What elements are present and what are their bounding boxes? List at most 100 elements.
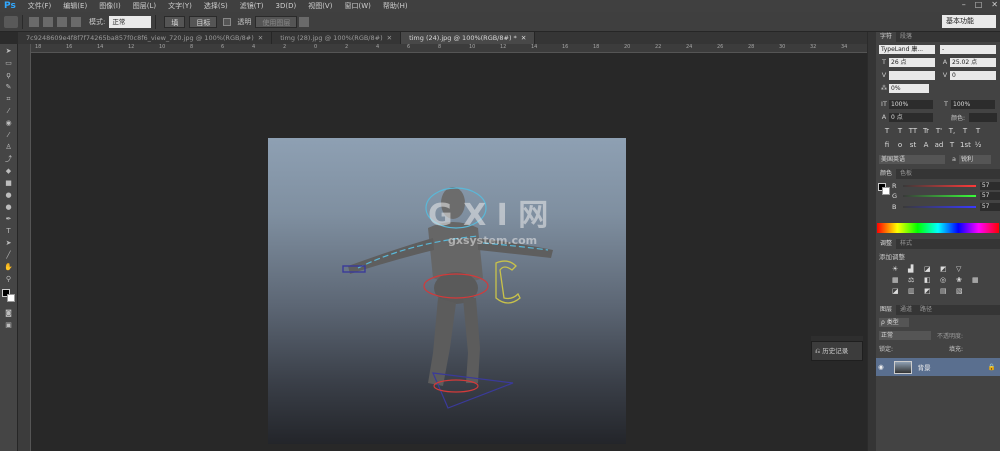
- brightness-icon[interactable]: ☀: [892, 265, 904, 273]
- mixer-icon[interactable]: ❀: [956, 276, 968, 284]
- menu-layer[interactable]: 图层(L): [127, 1, 162, 11]
- tool-preset-icon[interactable]: [4, 15, 18, 28]
- background-color[interactable]: [6, 294, 15, 302]
- ligatures-button[interactable]: fi: [882, 141, 892, 149]
- close-button[interactable]: ✕: [991, 0, 998, 9]
- lookup-icon[interactable]: ▦: [972, 276, 984, 284]
- faux-italic-button[interactable]: T: [895, 127, 905, 135]
- quick-mask-icon[interactable]: ◙: [1, 308, 17, 318]
- hue-icon[interactable]: ▦: [892, 276, 904, 284]
- type-tool-icon[interactable]: T: [1, 226, 17, 236]
- hand-tool-icon[interactable]: ✋: [1, 262, 17, 272]
- discretionary-button[interactable]: st: [908, 141, 918, 149]
- red-slider[interactable]: [903, 184, 976, 187]
- tab-layers[interactable]: 图层: [876, 305, 897, 315]
- move-tool-icon[interactable]: ➤: [1, 46, 17, 56]
- tab-channels[interactable]: 通道: [896, 305, 916, 315]
- menu-window[interactable]: 窗口(W): [338, 1, 376, 11]
- tab-adjustments[interactable]: 调整: [876, 239, 897, 249]
- workspace-select[interactable]: 基本功能: [942, 15, 996, 28]
- screen-mode-icon[interactable]: ▣: [1, 320, 17, 330]
- subtract-selection-icon[interactable]: [57, 16, 67, 27]
- font-family-select[interactable]: TypeLand 康...: [879, 44, 935, 54]
- subscript-button[interactable]: T,: [947, 127, 957, 135]
- font-size-input[interactable]: 26 点: [889, 57, 935, 67]
- close-icon[interactable]: ✕: [387, 34, 392, 42]
- history-brush-icon[interactable]: ⤴: [1, 154, 17, 164]
- menu-image[interactable]: 图像(I): [93, 1, 127, 11]
- swash-button[interactable]: A: [921, 141, 931, 149]
- exposure-icon[interactable]: ◩: [940, 265, 952, 273]
- tab-character[interactable]: 字符: [876, 32, 897, 42]
- zoom-tool-icon[interactable]: ⚲: [1, 274, 17, 284]
- vscale-input[interactable]: 100%: [889, 99, 933, 109]
- target-button[interactable]: 目标: [189, 15, 218, 28]
- green-value[interactable]: 57: [979, 191, 1000, 200]
- tab-color[interactable]: 颜色: [876, 169, 897, 179]
- balance-icon[interactable]: ⚖: [908, 276, 920, 284]
- bw-icon[interactable]: ◧: [924, 276, 936, 284]
- invert-icon[interactable]: ◪: [892, 287, 904, 295]
- contextual-button[interactable]: ο: [895, 141, 905, 149]
- anti-alias-select[interactable]: 锐利: [959, 154, 991, 164]
- stamp-tool-icon[interactable]: ♙: [1, 142, 17, 152]
- tab-document-2[interactable]: timg (28).jpg @ 100%(RGB/8#) ✕: [272, 32, 402, 44]
- marquee-tool-icon[interactable]: ▭: [1, 58, 17, 68]
- tab-paragraph[interactable]: 段落: [896, 32, 916, 42]
- menu-3d[interactable]: 3D(D): [270, 2, 303, 10]
- tab-swatches[interactable]: 色板: [896, 169, 916, 179]
- visibility-eye-icon[interactable]: ◉: [878, 363, 884, 371]
- small-caps-button[interactable]: Tr: [921, 127, 931, 135]
- underline-button[interactable]: T: [960, 127, 970, 135]
- tab-paths[interactable]: 路径: [916, 305, 936, 315]
- blue-value[interactable]: 57: [979, 202, 1000, 211]
- selective-color-icon[interactable]: ▧: [956, 287, 968, 295]
- gradient-tool-icon[interactable]: ■: [1, 178, 17, 188]
- photo-filter-icon[interactable]: ◎: [940, 276, 952, 284]
- posterize-icon[interactable]: ▥: [908, 287, 920, 295]
- color-swatches[interactable]: [1, 288, 17, 304]
- tab-document-3[interactable]: timg (24).jpg @ 100%(RGB/8#) * ✕: [401, 32, 536, 44]
- green-slider[interactable]: [903, 194, 976, 197]
- layer-row[interactable]: ◉ 背景 🔒: [876, 358, 1000, 376]
- hscale-input[interactable]: 100%: [951, 99, 995, 109]
- menu-help[interactable]: 帮助(H): [377, 1, 414, 11]
- minimize-button[interactable]: –: [962, 0, 966, 9]
- menu-filter[interactable]: 滤镜(T): [234, 1, 270, 11]
- red-value[interactable]: 57: [979, 181, 1000, 190]
- intersect-selection-icon[interactable]: [71, 16, 81, 27]
- menu-edit[interactable]: 编辑(E): [57, 1, 93, 11]
- levels-icon[interactable]: ▟: [908, 265, 920, 273]
- color-spectrum[interactable]: [877, 223, 999, 233]
- healing-tool-icon[interactable]: ◉: [1, 118, 17, 128]
- language-select[interactable]: 美国英语: [879, 154, 945, 164]
- line-tool-icon[interactable]: ╱: [1, 250, 17, 260]
- close-icon[interactable]: ✕: [258, 34, 263, 42]
- brush-tool-icon[interactable]: ⁄: [1, 130, 17, 140]
- layer-kind-select[interactable]: ρ 类型: [879, 317, 909, 327]
- blur-tool-icon[interactable]: ●: [1, 190, 17, 200]
- document-image[interactable]: G X I 网 gxsystem.com: [268, 138, 626, 444]
- crop-tool-icon[interactable]: ⌗: [1, 94, 17, 104]
- curves-icon[interactable]: ◪: [924, 265, 936, 273]
- bg-color-swatch[interactable]: [882, 187, 890, 195]
- menu-select[interactable]: 选择(S): [198, 1, 234, 11]
- titling-button[interactable]: T: [947, 141, 957, 149]
- eyedropper-tool-icon[interactable]: ⁄: [1, 106, 17, 116]
- faux-bold-button[interactable]: T: [882, 127, 892, 135]
- vibrance-icon[interactable]: ▽: [956, 265, 968, 273]
- menu-type[interactable]: 文字(Y): [162, 1, 198, 11]
- quick-select-tool-icon[interactable]: ✎: [1, 82, 17, 92]
- tab-styles[interactable]: 样式: [896, 239, 916, 249]
- add-selection-icon[interactable]: [43, 16, 53, 27]
- tracking-input[interactable]: 0: [950, 70, 996, 80]
- strikethrough-button[interactable]: T: [973, 127, 983, 135]
- all-caps-button[interactable]: TT: [908, 127, 918, 135]
- pen-tool-icon[interactable]: ✒: [1, 214, 17, 224]
- transparent-checkbox[interactable]: [223, 17, 232, 26]
- menu-file[interactable]: 文件(F): [22, 1, 58, 11]
- blue-slider[interactable]: [903, 205, 976, 208]
- dodge-tool-icon[interactable]: ●: [1, 202, 17, 212]
- tab-document-1[interactable]: 7c9248609e4f8f7f74265ba857f0c8f6_view_72…: [18, 32, 273, 44]
- new-selection-icon[interactable]: [29, 16, 39, 27]
